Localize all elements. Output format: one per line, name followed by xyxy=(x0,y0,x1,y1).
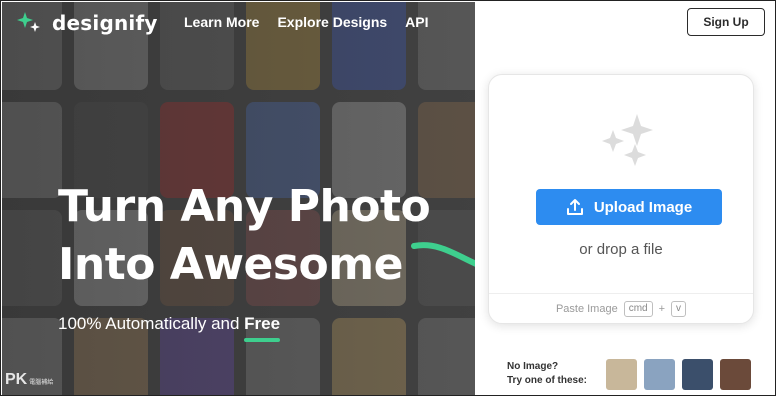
brand-logo[interactable]: designify xyxy=(16,10,158,36)
nav-learn-more[interactable]: Learn More xyxy=(184,14,259,30)
sparkle-icon xyxy=(602,114,653,166)
drop-file-text: or drop a file xyxy=(579,241,663,258)
top-navigation: designify Learn More Explore Designs API… xyxy=(2,2,775,44)
arrow-icon xyxy=(411,242,475,267)
sign-up-button[interactable]: Sign Up xyxy=(687,8,765,36)
free-underline xyxy=(244,338,281,342)
sample-image-thumbnail[interactable] xyxy=(720,359,751,390)
upload-icon xyxy=(566,199,583,215)
nav-api[interactable]: API xyxy=(405,14,428,30)
paste-hint: Paste Image cmd + v xyxy=(489,293,753,323)
sample-images xyxy=(606,359,751,390)
sample-prompt: No Image? Try one of these: xyxy=(507,360,587,388)
hero-subline-text: 100% Automatically and xyxy=(58,314,245,333)
app-frame: Turn Any Photo Into Awesome 100% Automat… xyxy=(0,0,776,396)
upload-image-button[interactable]: Upload Image xyxy=(536,189,722,225)
cmd-key: cmd xyxy=(623,300,653,317)
paste-label: Paste Image xyxy=(555,302,618,315)
sample-image-thumbnail[interactable] xyxy=(644,359,675,390)
free-text: Free xyxy=(244,314,281,333)
upload-card[interactable]: Upload Image or drop a file Paste Image … xyxy=(488,74,754,324)
hero-headline-line2: Into Awesome xyxy=(58,239,403,290)
hero-headline-line1: Turn Any Photo xyxy=(58,181,431,232)
sample-prompt-line2: Try one of these: xyxy=(507,375,588,386)
upload-button-label: Upload Image xyxy=(593,198,693,216)
sparkle-logo-icon xyxy=(17,12,40,32)
hero-headline: Turn Any Photo Into Awesome xyxy=(58,178,431,294)
plus-sign: + xyxy=(658,302,666,315)
hero-subline: 100% Automatically and Free xyxy=(58,314,281,342)
watermark: PK 電腦補給 xyxy=(5,371,53,389)
brand-name: designify xyxy=(52,11,158,35)
sample-prompt-line1: No Image? xyxy=(507,361,559,372)
nav-explore-designs[interactable]: Explore Designs xyxy=(277,14,387,30)
hero-section: Turn Any Photo Into Awesome 100% Automat… xyxy=(2,2,475,395)
sample-image-thumbnail[interactable] xyxy=(682,359,713,390)
v-key: v xyxy=(671,300,687,317)
watermark-text: PK xyxy=(5,371,28,388)
sample-image-thumbnail[interactable] xyxy=(606,359,637,390)
free-highlight: Free xyxy=(244,314,281,342)
watermark-small: 電腦補給 xyxy=(29,380,54,386)
main-nav: Learn More Explore Designs API xyxy=(184,14,429,30)
